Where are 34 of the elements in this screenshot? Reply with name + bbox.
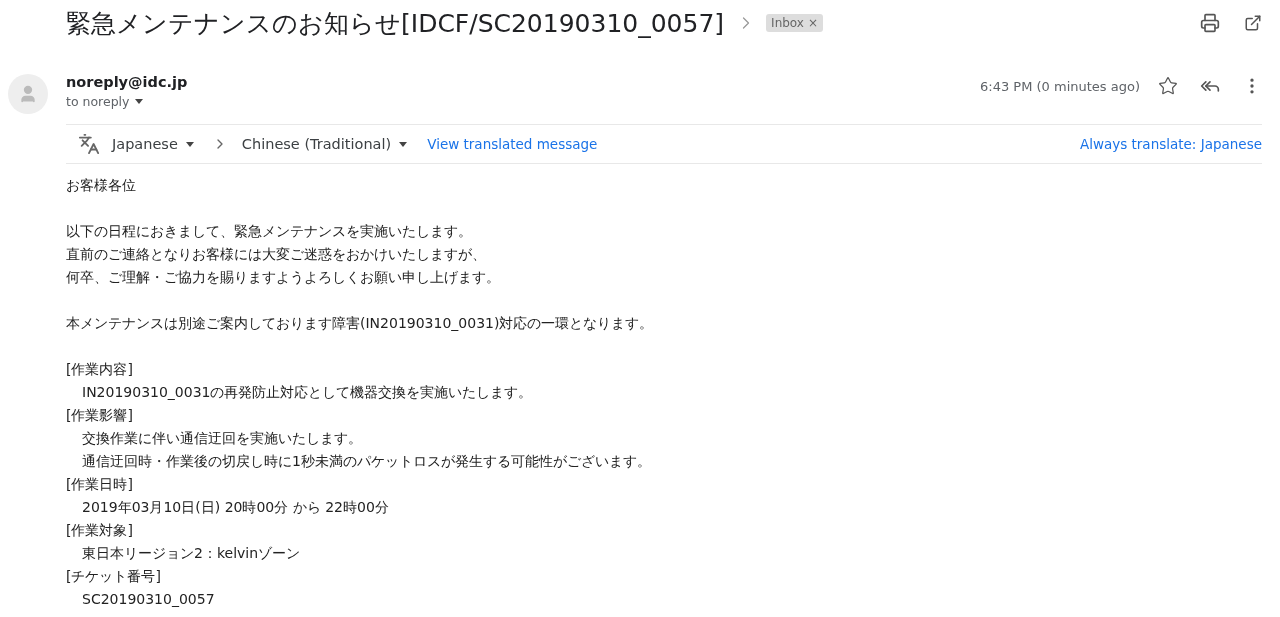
body-text-line: SC20190310_0057 — [81, 590, 216, 609]
body-text-line: 直前のご連絡となりお客様には大変ご迷惑をおかけいたしますが、 — [66, 245, 487, 264]
email-subject: 緊急メンテナンスのお知らせ[IDCF/SC20190310_0057] — [66, 7, 725, 40]
body-text-line: [チケット番号] — [66, 567, 162, 586]
recipients-toggle[interactable]: to noreply — [66, 94, 188, 109]
body-text-line: IN20190310_0031の再発防止対応として機器交換を実施いたします。 — [81, 383, 534, 402]
print-icon[interactable] — [1200, 13, 1220, 33]
caret-icon — [135, 99, 144, 104]
body-text-line: [作業対象] — [66, 521, 134, 540]
sender-email: noreply@idc.jp — [66, 74, 188, 90]
always-translate-link[interactable]: Always translate: Japanese — [1079, 136, 1262, 152]
star-icon[interactable] — [1158, 76, 1178, 96]
avatar-icon — [8, 74, 48, 114]
body-text-line: 通信迂回時・作業後の切戻し時に1秒未満のパケットロスが発生する可能性がございます。 — [81, 452, 652, 471]
caret-icon — [399, 141, 408, 147]
body-text-line: 何卒、ご理解・ご協力を賜りますようよろしくお願い申し上げます。 — [66, 268, 501, 287]
translate-icon — [78, 133, 100, 155]
open-new-window-icon[interactable] — [1244, 14, 1262, 32]
source-language-dropdown[interactable]: Japanese — [112, 136, 194, 152]
body-text-line: 本メンテナンスは別途ご案内しております障害(IN20190310_0031)対応の一環となります。 — [66, 314, 655, 333]
body-text-line: 東日本リージョン2：kelvinゾーン — [81, 544, 302, 563]
inbox-label: Inbox × — [766, 14, 823, 32]
body-text-line: 交換作業に伴い通信迂回を実施いたします。 — [81, 429, 363, 448]
body-text-line: [作業内容] — [66, 360, 134, 379]
target-language-dropdown[interactable]: Chinese (Traditional) — [241, 136, 408, 152]
body-text-line: お客様各位 — [66, 176, 137, 195]
remove-label-button[interactable]: × — [807, 16, 818, 30]
body-text-line: 以下の日程におきまして、緊急メンテナンスを実施いたします。 — [66, 222, 473, 241]
body-text-line: 2019年03月10日(日) 20時00分 から 22時00分 — [81, 498, 390, 517]
view-translated-link[interactable]: View translated message — [427, 136, 598, 152]
caret-icon — [185, 141, 194, 147]
body-text-line: [作業影響] — [66, 406, 134, 425]
body-text-line: [作業日時] — [66, 475, 134, 494]
timestamp: 6:43 PM (0 minutes ago) — [980, 78, 1140, 94]
